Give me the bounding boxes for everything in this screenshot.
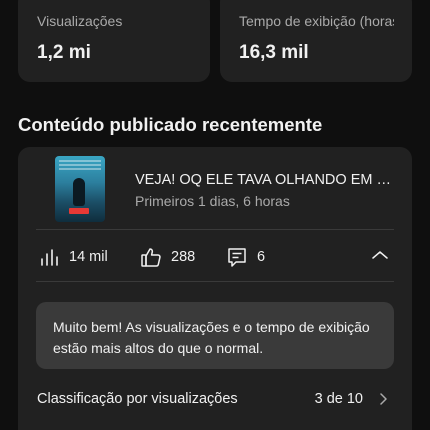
thumbnail-figure-art	[73, 178, 85, 206]
video-thumbnail[interactable]	[55, 156, 105, 222]
stat-card-views[interactable]: Visualizações 1,2 mi	[18, 0, 210, 82]
metric-comments: 6	[226, 245, 265, 269]
thumbnail-badge-art	[69, 208, 89, 214]
stat-value-views: 1,2 mi	[37, 42, 91, 63]
stat-label-watch-time: Tempo de exibição (horas)	[239, 13, 394, 29]
thumbnail-caption-art	[59, 160, 101, 170]
stat-card-watch-time[interactable]: Tempo de exibição (horas) 16,3 mil	[220, 0, 412, 82]
performance-message: Muito bem! As visualizações e o tempo de…	[36, 302, 394, 369]
section-title: Conteúdo publicado recentemente	[18, 114, 323, 135]
metric-likes: 288	[140, 245, 195, 269]
stat-value-watch-time: 16,3 mil	[239, 42, 309, 63]
video-row[interactable]: VEJA! OQ ELE TAVA OLHANDO EM SEU CELULAR…	[18, 147, 412, 229]
thumbs-up-icon	[140, 246, 162, 268]
metrics-row: 14 mil 288 6	[18, 231, 412, 283]
video-subtitle: Primeiros 1 dias, 6 horas	[135, 193, 290, 209]
video-title: VEJA! OQ ELE TAVA OLHANDO EM SEU CELULAR	[135, 172, 397, 188]
chevron-right-icon	[375, 390, 391, 408]
divider-top	[36, 229, 394, 230]
comments-count: 6	[257, 249, 266, 265]
divider-bottom	[36, 281, 394, 282]
metric-views: 14 mil	[38, 245, 108, 269]
ranking-row[interactable]: Classificação por visualizações 3 de 10	[37, 388, 395, 410]
comment-icon	[226, 246, 248, 268]
recent-content-card: VEJA! OQ ELE TAVA OLHANDO EM SEU CELULAR…	[18, 147, 412, 430]
stats-row: Visualizações 1,2 mi Tempo de exibição (…	[18, 0, 412, 82]
ranking-value: 3 de 10	[314, 391, 363, 407]
stat-label-views: Visualizações	[37, 13, 123, 29]
views-count: 14 mil	[69, 249, 108, 265]
collapse-button[interactable]	[368, 245, 392, 269]
bar-chart-icon	[38, 246, 60, 268]
likes-count: 288	[171, 249, 196, 265]
ranking-label: Classificação por visualizações	[37, 391, 238, 407]
analytics-page: Visualizações 1,2 mi Tempo de exibição (…	[0, 0, 430, 430]
chevron-up-icon	[371, 248, 389, 266]
